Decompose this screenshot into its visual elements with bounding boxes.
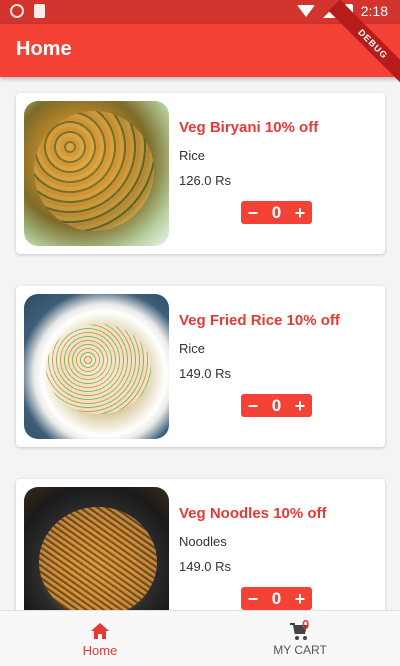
product-price: 126.0 Rs xyxy=(179,173,232,188)
decrement-button[interactable]: − xyxy=(244,590,262,608)
nav-label-cart: MY CART xyxy=(273,643,327,657)
home-icon xyxy=(91,623,109,639)
product-name: Veg Biryani 10% off xyxy=(179,119,319,136)
quantity-value: 0 xyxy=(271,588,282,608)
nav-item-home[interactable]: Home xyxy=(0,611,200,666)
increment-button[interactable]: + xyxy=(291,590,309,608)
quantity-stepper: − 0 + xyxy=(241,201,312,224)
product-card[interactable]: Veg Fried Rice 10% off Rice 149.0 Rs − 0… xyxy=(16,286,385,447)
quantity-value: 0 xyxy=(271,395,282,415)
status-time: 2:18 xyxy=(360,3,388,19)
product-image xyxy=(24,101,169,246)
product-name: Veg Fried Rice 10% off xyxy=(179,312,340,329)
product-category: Rice xyxy=(179,341,206,356)
product-price: 149.0 Rs xyxy=(179,366,232,381)
increment-button[interactable]: + xyxy=(291,397,309,415)
app-bar: Home DEBUG xyxy=(0,0,400,89)
product-category: Noodles xyxy=(179,534,227,549)
decrement-button[interactable]: − xyxy=(244,397,262,415)
quantity-stepper: − 0 + xyxy=(241,394,312,417)
decrement-button[interactable]: − xyxy=(244,204,262,222)
increment-button[interactable]: + xyxy=(291,204,309,222)
quantity-value: 0 xyxy=(271,202,282,222)
page-title: Home xyxy=(16,38,72,60)
nav-item-cart[interactable]: MY CART xyxy=(200,611,400,666)
sd-card-icon xyxy=(34,4,45,18)
nav-label-home: Home xyxy=(82,643,118,658)
bottom-navigation: Home MY CART xyxy=(0,610,400,666)
product-image xyxy=(24,294,169,439)
quantity-stepper: − 0 + xyxy=(241,587,312,610)
product-list[interactable]: Veg Biryani 10% off Rice 126.0 Rs − 0 + … xyxy=(16,93,385,666)
product-category: Rice xyxy=(179,148,206,163)
product-name: Veg Noodles 10% off xyxy=(179,505,327,522)
notification-dot-icon xyxy=(10,4,24,18)
product-price: 149.0 Rs xyxy=(179,559,232,574)
cart-count-badge: 0 xyxy=(302,617,310,632)
wifi-icon xyxy=(296,5,315,17)
product-card[interactable]: Veg Biryani 10% off Rice 126.0 Rs − 0 + xyxy=(16,93,385,254)
